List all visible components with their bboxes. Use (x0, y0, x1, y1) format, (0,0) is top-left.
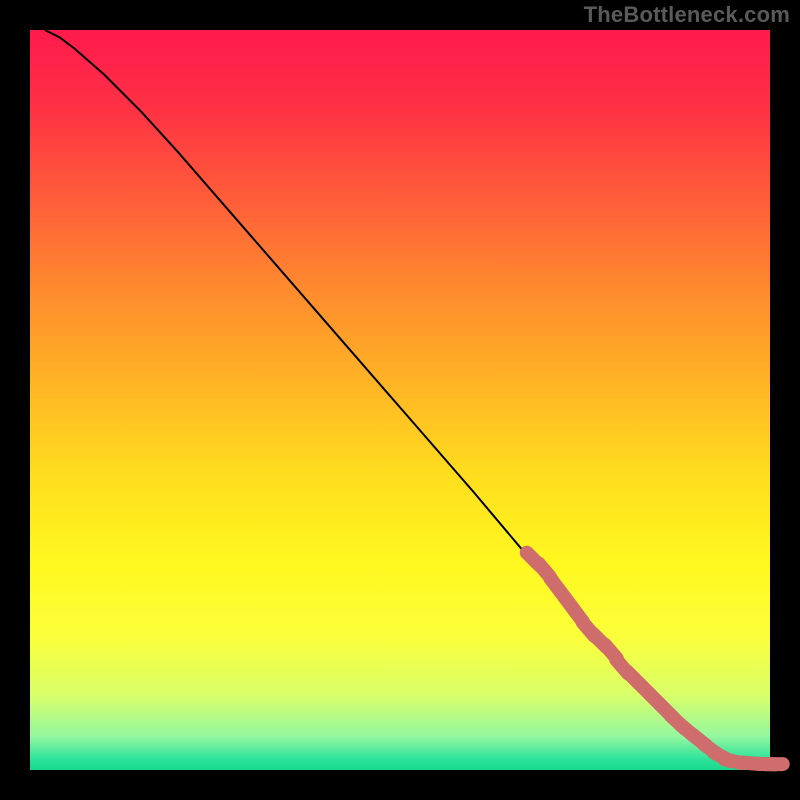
chart-stage: TheBottleneck.com (0, 0, 800, 800)
watermark-text: TheBottleneck.com (584, 2, 790, 28)
chart-svg (0, 0, 800, 800)
plot-area (30, 30, 770, 770)
